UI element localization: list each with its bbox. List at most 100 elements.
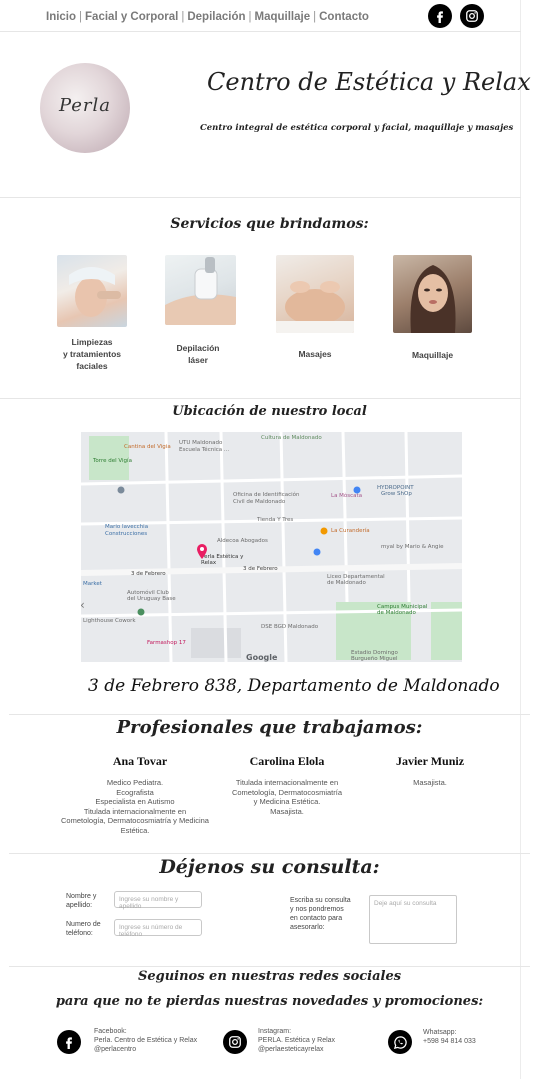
location-title: Ubicación de nuestro local — [172, 404, 367, 419]
service-label-facial: Limpiezas y tratamientos faciales — [52, 336, 132, 372]
map-label: UTU Maldonado — [179, 440, 223, 446]
professionals-title: Profesionales que trabajamos: — [116, 717, 423, 738]
label-line: en contacto para — [290, 915, 343, 922]
map-label: 3 de Febrero — [243, 566, 278, 572]
map-label: Burgueño Miguel — [351, 656, 398, 662]
footer-line: @perlacentro — [94, 1046, 137, 1053]
pro-desc-line: Cometología, Dermatocosmiatría — [231, 787, 343, 797]
nav-item-facial-corporal[interactable]: Facial y Corporal — [85, 11, 178, 23]
service-label-makeup: Maquillaje — [411, 350, 454, 360]
nav-separator: | — [313, 11, 317, 23]
query-label: Escriba su consulta y nos pondremos en c… — [290, 896, 351, 932]
footer-title-1: Seguinos en nuestras redes sociales — [137, 969, 402, 984]
pro-name-carolina-elola: Carolina Elola — [249, 754, 325, 768]
divider — [0, 398, 521, 399]
service-label-line: Limpiezas — [71, 337, 113, 347]
footer-line: Whatsapp: — [423, 1029, 457, 1036]
footer-facebook-text: Facebook: Perla. Centro de Estética y Re… — [94, 1027, 197, 1054]
pro-desc-line: Titulada internacionalmente en — [83, 806, 187, 816]
service-label-line: Depilación — [176, 343, 220, 353]
pro-desc-javier-muniz: Masajista. — [372, 778, 488, 788]
location-map[interactable]: Cantina del Vigia UTU Maldonado Escuela … — [81, 432, 462, 662]
map-label: Relax — [201, 560, 217, 566]
footer-facebook-icon[interactable] — [57, 1030, 81, 1054]
map-label: Aldecoa Abogados — [217, 538, 268, 544]
map-label: Civil de Maldonado — [233, 499, 286, 505]
page-right-border — [520, 0, 521, 1079]
site-title: Centro de Estética y Relax — [207, 68, 531, 96]
map-label: 3 de Febrero — [131, 571, 166, 577]
map-label: Automóvil Club — [127, 589, 169, 596]
pro-desc-line: Masajista. — [413, 778, 447, 787]
pro-desc-line: Medico Pediatra. — [106, 778, 164, 787]
service-label-line: láser — [188, 355, 208, 365]
nav-item-contacto[interactable]: Contacto — [319, 11, 369, 23]
service-label-laser: Depilación láser — [160, 342, 236, 366]
nav-item-maquillaje[interactable]: Maquillaje — [255, 11, 311, 23]
map-label: Mario Iavecchia — [105, 524, 148, 530]
map-label: Torre del Vigía — [92, 457, 132, 464]
pro-desc-ana-tovar: Medico Pediatra. Ecografista Especialist… — [55, 778, 215, 835]
footer-instagram-icon[interactable] — [223, 1030, 247, 1054]
map-label: Grow ShOp — [381, 491, 412, 497]
nav-separator: | — [248, 11, 252, 23]
service-label-line: y tratamientos — [62, 349, 122, 359]
map-label: Lighthouse Cowork — [83, 618, 136, 624]
instagram-icon[interactable] — [460, 4, 484, 28]
perla-logo: Perla — [40, 63, 130, 153]
query-textarea[interactable]: Deje aquí su consulta — [369, 895, 457, 944]
services-title: Servicios que brindamos: — [170, 216, 369, 232]
phone-label: Numero de teléfono: — [66, 920, 101, 938]
map-label: Cultura de Maldonado — [261, 435, 322, 441]
logo-text: Perla — [58, 95, 112, 116]
massage-image — [276, 255, 354, 333]
contact-title: Déjenos su consulta: — [159, 856, 380, 878]
label-line: teléfono: — [66, 930, 93, 937]
map-label: Cantina del Vigia — [124, 444, 171, 450]
label-line: apellido: — [66, 902, 93, 909]
pro-desc-line: Especialista en Autismo — [95, 797, 175, 806]
map-label: del Uruguay Base — [127, 596, 176, 602]
map-label: DSE BGD Maldonado — [261, 624, 319, 630]
name-input[interactable]: Ingrese su nombre y apellido — [114, 891, 202, 910]
nav-item-depilacion[interactable]: Depilación — [187, 11, 245, 23]
footer-title-2: para que no te pierdas nuestras novedade… — [55, 994, 484, 1009]
makeup-image — [393, 255, 472, 333]
map-label: de Maldonado — [327, 580, 366, 586]
map-label: Market — [83, 581, 103, 587]
pro-name-ana-tovar: Ana Tovar — [112, 754, 168, 768]
footer-line: +598 94 814 033 — [423, 1038, 476, 1045]
label-line: y nos pondremos — [290, 906, 344, 913]
map-label: Tienda Y Tres — [256, 517, 293, 523]
map-label: Oficina de Identificación — [233, 491, 300, 498]
label-line: Escriba su consulta — [290, 897, 351, 904]
facebook-icon[interactable] — [428, 4, 452, 28]
label-line: Nombre y — [66, 893, 97, 900]
name-label: Nombre y apellido: — [66, 892, 96, 910]
map-label: La Curandería — [331, 527, 370, 534]
laser-hair-removal-image — [165, 255, 236, 325]
map-left-arrow-icon[interactable]: ‹ — [81, 598, 85, 612]
footer-line: PERLA. Estética y Relax — [258, 1037, 336, 1044]
map-label: Construcciones — [105, 531, 147, 537]
divider — [0, 197, 521, 198]
map-label: Perla Estética y — [201, 553, 244, 560]
nav-item-inicio[interactable]: Inicio — [46, 11, 76, 23]
pro-desc-line: Cometología, Dermatocosmiatría y Medicin… — [61, 816, 209, 825]
label-line: Numero de — [66, 921, 101, 928]
footer-line: Facebook: — [94, 1028, 127, 1035]
service-label-line: faciales — [76, 361, 108, 371]
footer-instagram-text: Instagram: PERLA. Estética y Relax @perl… — [258, 1027, 335, 1054]
pro-desc-line: Titulada internacionalmente en — [235, 778, 339, 787]
pro-desc-line: y Medicina Estética. — [253, 797, 321, 806]
nav-separator: | — [79, 11, 83, 23]
divider — [0, 31, 521, 32]
pro-desc-carolina-elola: Titulada internacionalmente en Cometolog… — [222, 778, 352, 816]
map-label: Farmashop 17 — [147, 640, 186, 646]
label-line: asesorarlo: — [290, 924, 325, 931]
divider — [9, 714, 530, 715]
footer-whatsapp-icon[interactable] — [388, 1030, 412, 1054]
nav-links: Inicio | Facial y Corporal | Depilación | Maqu… — [46, 11, 369, 23]
phone-input[interactable]: Ingrese su número de teléfono — [114, 919, 202, 938]
site-subtitle: Centro integral de estética corporal y f… — [200, 123, 514, 133]
